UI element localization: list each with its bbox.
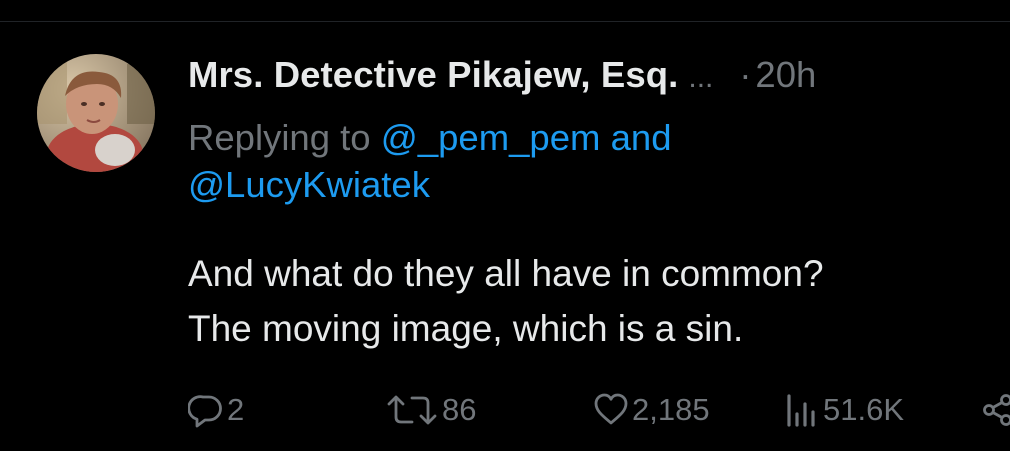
mention-link[interactable]: @LucyKwiatek [188,164,430,205]
repost-count: 86 [442,392,477,427]
views-icon [784,392,820,428]
tweet-text: And what do they all have in common? The… [188,246,998,356]
dot-separator: · [739,54,752,95]
tweet-header: Mrs. Detective Pikajew, Esq. ... · 20h [188,54,816,98]
avatar[interactable] [37,54,155,172]
reply-icon [188,392,224,428]
heart-icon [593,392,629,428]
like-button[interactable]: 2,185 [593,387,710,433]
views-count: 51.6K [823,392,905,427]
views-button[interactable]: 51.6K [784,387,904,433]
timestamp[interactable]: 20h [755,54,816,96]
tweet-text-line: The moving image, which is a sin. [188,308,744,349]
repost-icon [385,392,439,428]
action-bar: 2 86 2,185 51.6K [0,387,1010,433]
repost-button[interactable]: 86 [385,387,476,433]
replying-to: Replying to @_pem_pem and @LucyKwiatek [188,114,988,208]
display-name[interactable]: Mrs. Detective Pikajew, Esq. [188,54,678,96]
name-truncation: ... [688,61,714,94]
tweet-text-line: And what do they all have in common? [188,253,824,294]
reply-button[interactable]: 2 [188,387,244,433]
like-count: 2,185 [632,392,710,427]
share-icon [982,392,1010,428]
mention-link[interactable]: @_pem_pem [381,117,601,158]
share-button[interactable] [982,387,1010,433]
replying-to-label: Replying to [188,117,371,158]
and-link[interactable]: and [611,117,672,158]
reply-count: 2 [227,392,245,427]
tweet[interactable]: Mrs. Detective Pikajew, Esq. ... · 20h R… [0,22,1010,451]
